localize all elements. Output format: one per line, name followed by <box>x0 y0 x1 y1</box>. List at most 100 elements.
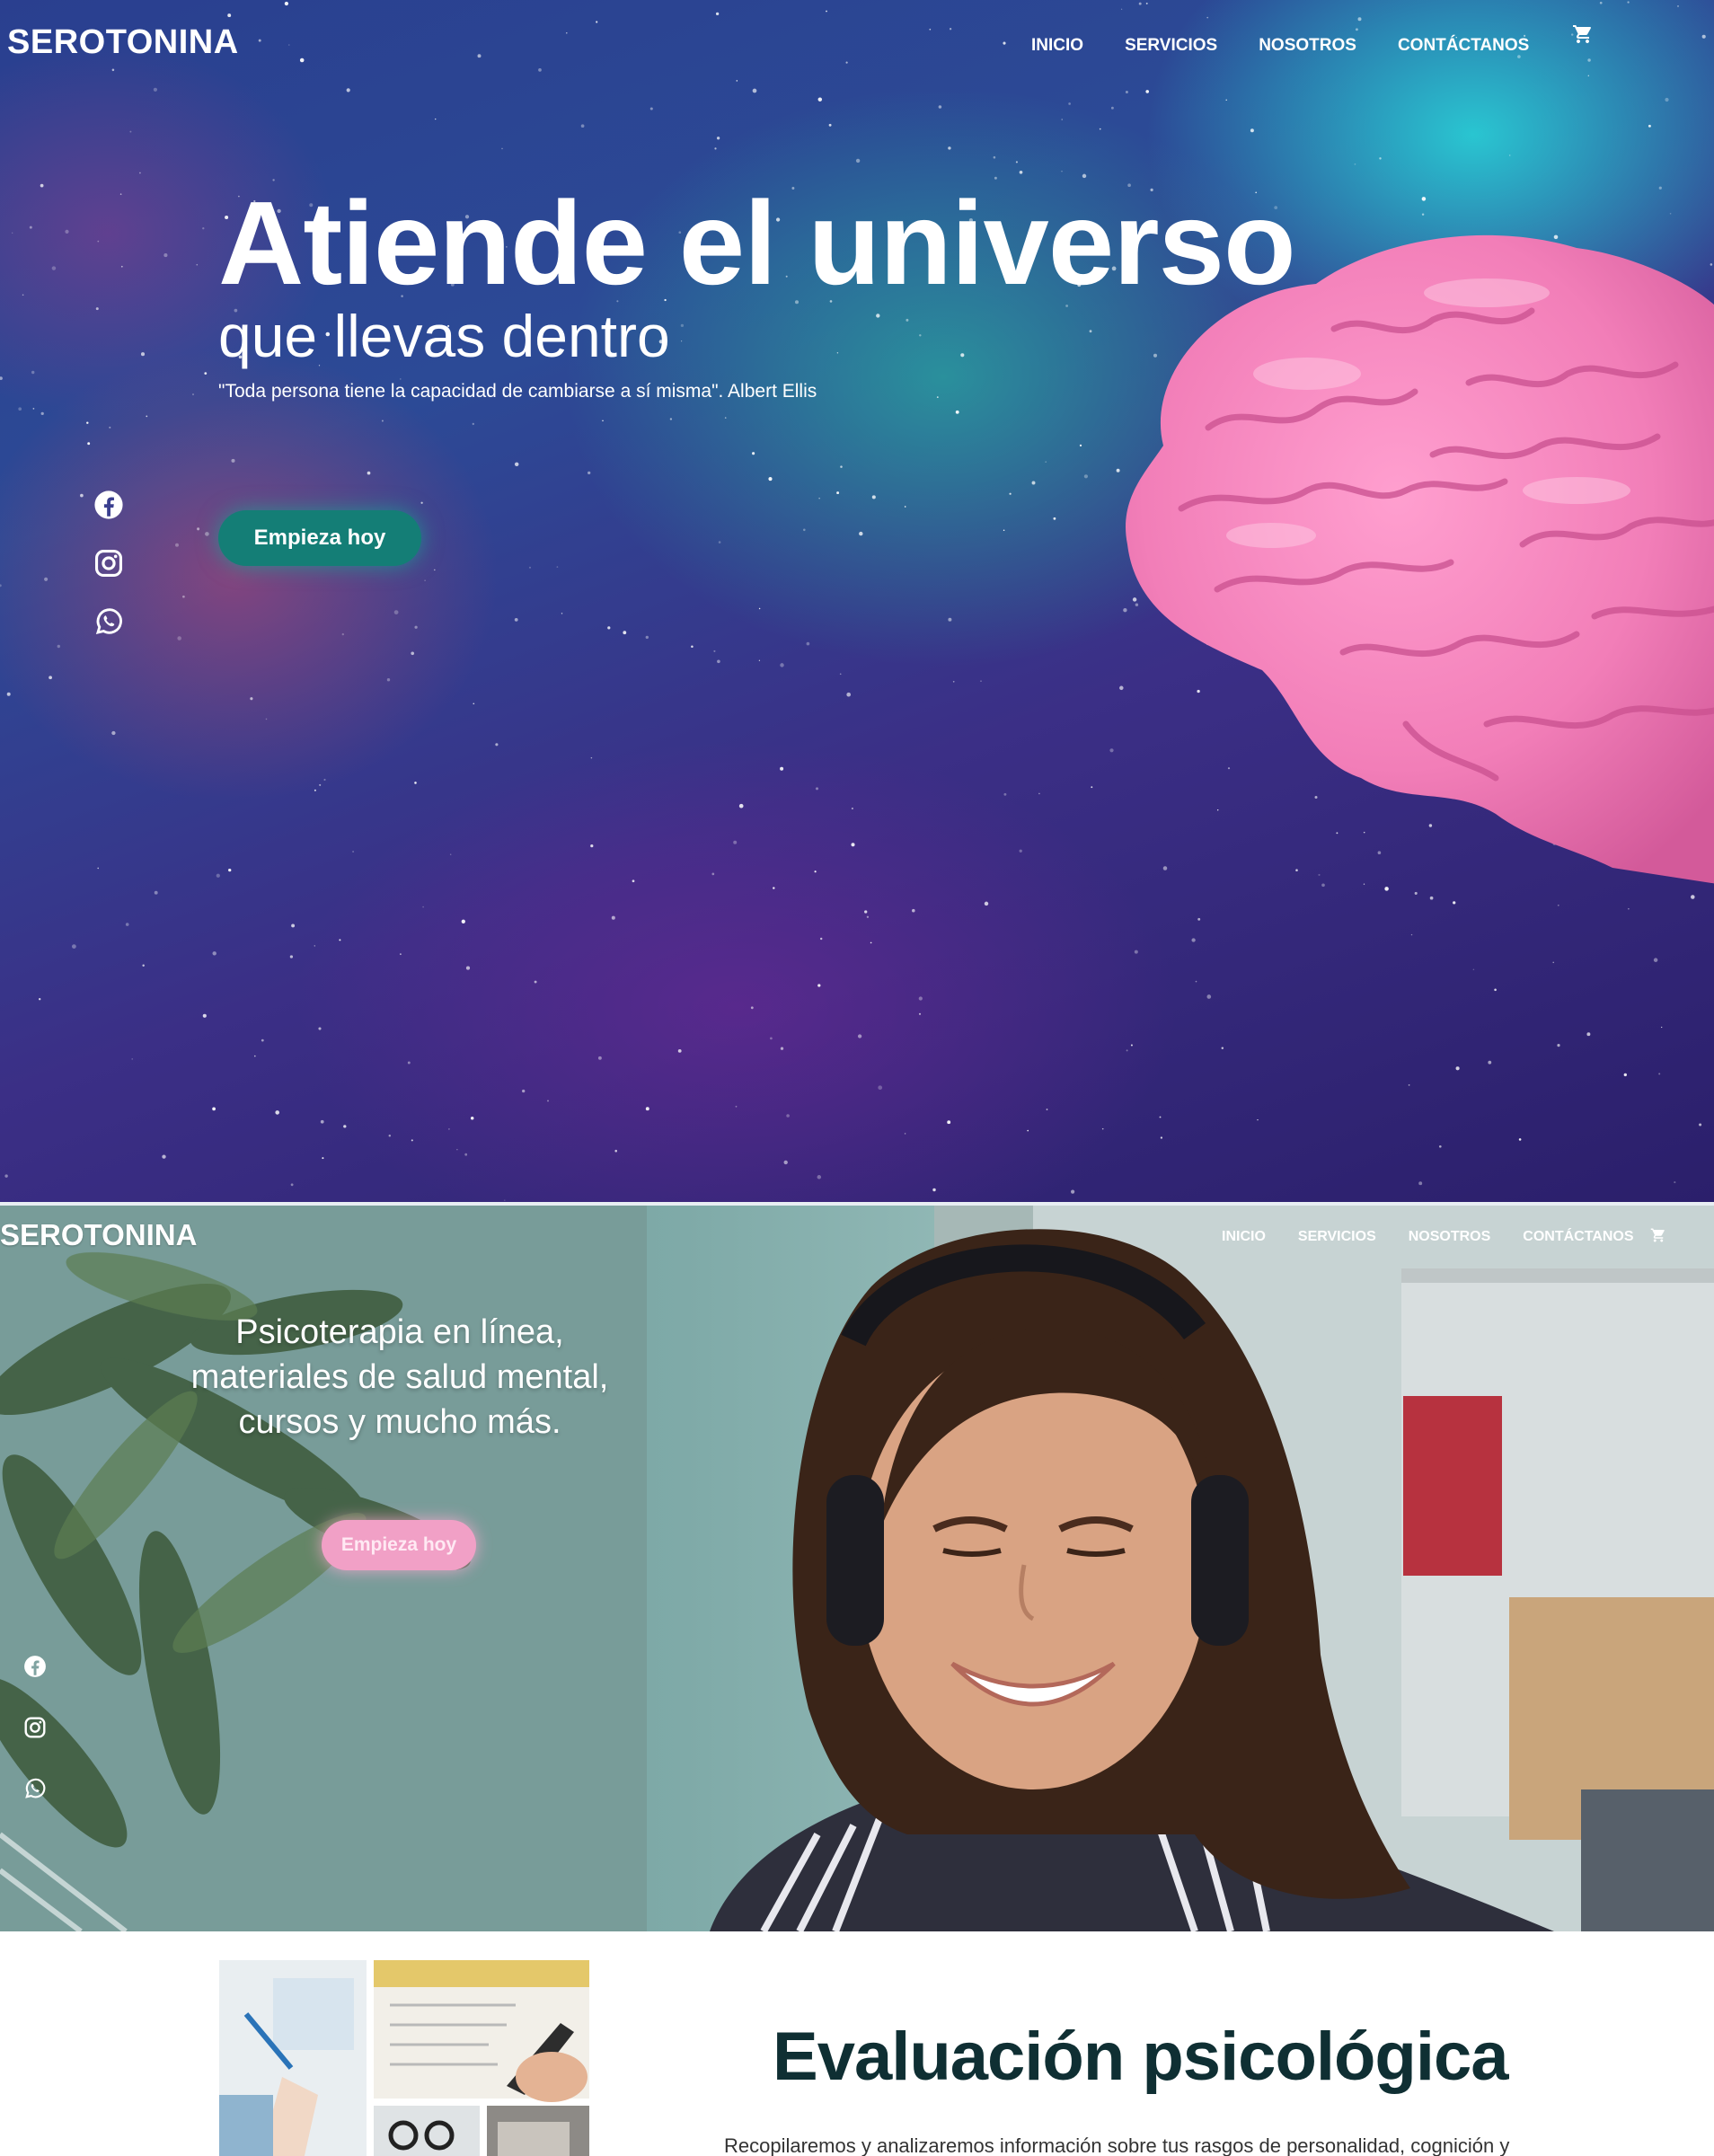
star <box>343 1125 347 1128</box>
star <box>1414 891 1418 895</box>
star <box>851 807 853 810</box>
nav2-link-nosotros[interactable]: NOSOTROS <box>1409 1229 1491 1245</box>
brand-logo[interactable]: SEROTONINA <box>7 23 239 62</box>
star <box>39 998 41 1001</box>
star <box>912 908 915 913</box>
star <box>322 1157 324 1160</box>
nav-link-nosotros[interactable]: NOSOTROS <box>1259 36 1356 56</box>
star <box>826 10 827 13</box>
star <box>1206 16 1209 19</box>
star <box>265 718 268 720</box>
star <box>95 307 99 311</box>
hero-subtitle: que llevas dentro <box>218 303 670 369</box>
instagram-icon[interactable] <box>93 548 124 579</box>
star <box>154 890 158 895</box>
start-today-button-secondary[interactable]: Empieza hoy <box>322 1520 476 1570</box>
star <box>948 617 952 622</box>
whatsapp-icon[interactable] <box>23 1777 47 1800</box>
star <box>871 495 876 499</box>
nav2-link-contactanos[interactable]: CONTÁCTANOS <box>1523 1229 1633 1245</box>
star <box>1126 1049 1128 1052</box>
star <box>202 227 205 230</box>
star <box>918 1012 922 1015</box>
star <box>275 1110 279 1115</box>
star <box>346 88 350 93</box>
star <box>522 1089 526 1093</box>
star <box>736 80 738 82</box>
star <box>738 803 744 808</box>
star <box>846 692 852 697</box>
star <box>1421 213 1425 216</box>
star <box>1091 786 1093 789</box>
nav2-link-inicio[interactable]: INICIO <box>1222 1229 1266 1245</box>
star <box>566 32 568 34</box>
nav-link-contactanos[interactable]: CONTÁCTANOS <box>1398 36 1529 56</box>
brand-logo-secondary[interactable]: SEROTONINA <box>0 1218 197 1252</box>
star <box>1206 994 1212 999</box>
star <box>715 12 720 16</box>
star <box>677 1048 682 1053</box>
instagram-icon[interactable] <box>23 1716 47 1739</box>
service-title: Evaluación psicológica <box>773 2019 1508 2095</box>
star <box>86 421 89 424</box>
star <box>947 1120 951 1125</box>
star <box>473 702 475 705</box>
star <box>1674 1181 1676 1184</box>
star <box>588 471 591 475</box>
star <box>250 697 253 701</box>
star <box>289 955 294 959</box>
star <box>227 13 232 18</box>
star <box>1079 444 1082 447</box>
star <box>711 872 715 876</box>
star <box>936 396 939 398</box>
star <box>691 645 694 648</box>
star <box>407 1061 411 1065</box>
star <box>420 501 423 504</box>
star <box>1557 904 1559 906</box>
star <box>1003 792 1007 796</box>
star <box>1003 529 1005 531</box>
star <box>29 225 32 229</box>
star <box>381 420 384 422</box>
star <box>955 410 959 414</box>
star <box>1145 2 1148 4</box>
brain-illustration <box>1126 234 1714 884</box>
nav-link-servicios[interactable]: SERVICIOS <box>1125 36 1217 56</box>
star <box>752 88 757 93</box>
whatsapp-icon[interactable] <box>93 606 124 637</box>
star <box>314 945 315 947</box>
star <box>713 649 716 652</box>
star <box>718 541 721 543</box>
star <box>724 417 727 419</box>
star <box>40 411 44 416</box>
star <box>22 294 24 296</box>
cart-icon-secondary[interactable] <box>1649 1227 1667 1243</box>
star <box>1225 99 1227 102</box>
star <box>1083 474 1089 479</box>
facebook-icon[interactable] <box>23 1655 47 1678</box>
star <box>602 420 604 422</box>
star <box>461 919 465 923</box>
star <box>855 158 861 163</box>
star <box>1089 330 1092 333</box>
star <box>1125 91 1128 93</box>
nav2-link-servicios[interactable]: SERVICIOS <box>1298 1229 1376 1245</box>
facebook-icon[interactable] <box>93 490 124 520</box>
cart-icon[interactable] <box>1570 23 1595 45</box>
star <box>97 240 100 243</box>
star <box>680 323 685 328</box>
social-links-secondary <box>23 1655 47 1838</box>
star <box>1488 1060 1492 1065</box>
service-section-evaluation: Evaluación psicológica Recopilaremos y a… <box>0 1931 1714 2156</box>
star <box>504 1199 506 1201</box>
star <box>129 130 132 133</box>
star <box>1038 792 1040 795</box>
star <box>906 318 909 322</box>
star <box>596 21 598 23</box>
star <box>4 1174 8 1178</box>
star <box>949 28 952 31</box>
star <box>202 1013 207 1018</box>
nav-link-inicio[interactable]: INICIO <box>1031 36 1083 56</box>
hero-tagline: Psicoterapia en línea, materiales de sal… <box>190 1313 609 1441</box>
start-today-button[interactable]: Empieza hoy <box>218 510 421 566</box>
